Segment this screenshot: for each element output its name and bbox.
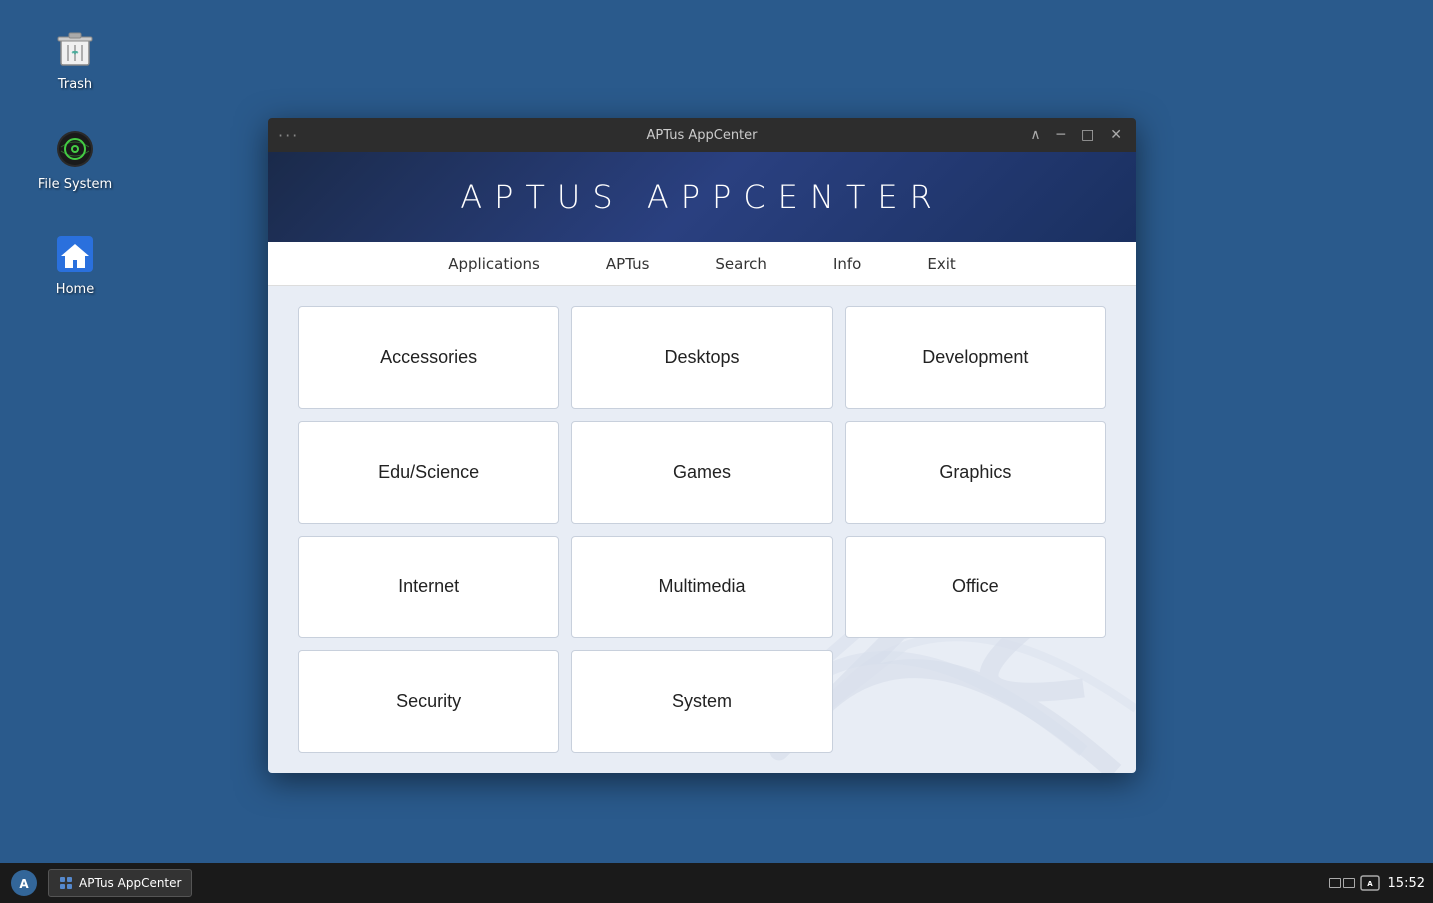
category-accessories[interactable]: Accessories [298, 306, 559, 409]
desktop-icon-trash[interactable]: Trash [30, 20, 120, 97]
category-development[interactable]: Development [845, 306, 1106, 409]
app-header: APTUS APPCENTER [268, 152, 1136, 242]
category-edu-science[interactable]: Edu/Science [298, 421, 559, 524]
taskbar-app-icon [59, 876, 73, 890]
category-multimedia[interactable]: Multimedia [571, 536, 832, 639]
home-label: Home [56, 282, 94, 297]
maximize-button[interactable]: □ [1077, 125, 1098, 145]
category-office[interactable]: Office [845, 536, 1106, 639]
category-grid: Accessories Desktops Development Edu/Sci… [268, 286, 1136, 773]
app-title: APTUS APPCENTER [460, 178, 944, 216]
titlebar-controls: ∧ ─ □ ✕ [1026, 125, 1126, 145]
app-content: APTUS APPCENTER Applications APTus Searc… [268, 152, 1136, 773]
keyboard-layout-icon[interactable]: A [1360, 873, 1380, 893]
close-button[interactable]: ✕ [1106, 125, 1126, 145]
filesystem-label: File System [38, 177, 112, 192]
appcenter-window: ··· APTus AppCenter ∧ ─ □ ✕ APTUS APPCEN… [268, 118, 1136, 773]
taskbar-logo[interactable]: A [8, 867, 40, 899]
taskbar-app-label: APTus AppCenter [79, 876, 181, 890]
taskbar-appcenter-button[interactable]: APTus AppCenter [48, 869, 192, 897]
svg-text:A: A [1367, 880, 1373, 888]
category-internet[interactable]: Internet [298, 536, 559, 639]
filesystem-icon [51, 125, 99, 173]
desktop-icon-filesystem[interactable]: File System [30, 120, 120, 197]
titlebar-dots: ··· [278, 126, 299, 145]
taskbar-clock: 15:52 [1388, 876, 1425, 891]
taskbar-systray: A 15:52 [1332, 873, 1425, 893]
menu-applications[interactable]: Applications [440, 251, 548, 277]
collapse-button[interactable]: ∧ [1026, 125, 1044, 145]
minimize-button[interactable]: ─ [1053, 125, 1069, 145]
trash-icon [51, 25, 99, 73]
category-system[interactable]: System [571, 650, 832, 753]
menu-info[interactable]: Info [825, 251, 869, 277]
category-security[interactable]: Security [298, 650, 559, 753]
taskbar: A APTus AppCenter A 15:52 [0, 863, 1433, 903]
menu-exit[interactable]: Exit [919, 251, 963, 277]
window-title: APTus AppCenter [647, 128, 758, 143]
category-desktops[interactable]: Desktops [571, 306, 832, 409]
home-icon [51, 230, 99, 278]
menu-aptus[interactable]: APTus [598, 251, 658, 277]
svg-text:A: A [19, 877, 29, 891]
desktop-icon-home[interactable]: Home [30, 225, 120, 302]
empty-cell [845, 650, 1106, 753]
titlebar: ··· APTus AppCenter ∧ ─ □ ✕ [268, 118, 1136, 152]
menu-bar: Applications APTus Search Info Exit [268, 242, 1136, 286]
category-graphics[interactable]: Graphics [845, 421, 1106, 524]
trash-label: Trash [58, 77, 92, 92]
screen-icons[interactable] [1332, 873, 1352, 893]
menu-search[interactable]: Search [707, 251, 775, 277]
category-games[interactable]: Games [571, 421, 832, 524]
